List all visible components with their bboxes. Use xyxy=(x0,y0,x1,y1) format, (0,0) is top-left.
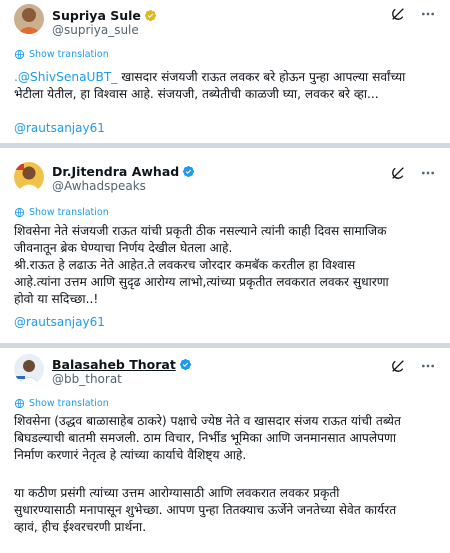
avatar[interactable] xyxy=(14,354,44,384)
show-translation-link[interactable]: Show translation xyxy=(14,207,109,218)
tweet-text-paragraph: या कठीण प्रसंगी त्यांच्या उत्तम आरोग्यास… xyxy=(14,486,397,534)
show-translation-link[interactable]: Show translation xyxy=(14,398,109,409)
tweet-jitendra-awhad[interactable]: Dr.Jitendra Awhad @Awhadspeaks Show tran… xyxy=(0,148,450,343)
tweet-text-paragraph: शिवसेना नेते संजयजी राऊत यांची प्रकृती ठ… xyxy=(14,224,389,306)
verified-badge-icon xyxy=(179,358,191,371)
globe-translate-icon xyxy=(14,398,25,409)
more-icon[interactable] xyxy=(420,6,436,22)
user-handle[interactable]: @bb_thorat xyxy=(52,372,122,386)
tweet-balasaheb-thorat[interactable]: Balasaheb Thorat @bb_thorat Show transla… xyxy=(0,348,450,553)
user-handle[interactable]: @supriya_sule xyxy=(52,23,139,37)
display-name[interactable]: Supriya Sule xyxy=(52,8,141,23)
avatar[interactable] xyxy=(14,4,44,34)
display-name[interactable]: Balasaheb Thorat xyxy=(52,357,176,372)
tweet-supriya-sule[interactable]: Supriya Sule @supriya_sule Show translat… xyxy=(0,0,450,143)
display-name[interactable]: Dr.Jitendra Awhad xyxy=(52,164,179,179)
tweet-text-paragraph: शिवसेना (उद्धव बाळासाहेब ठाकरे) पक्षाचे … xyxy=(14,414,401,462)
tweet-text: या कठीण प्रसंगी त्यांच्या उत्तम आरोग्यास… xyxy=(14,485,438,536)
grok-icon[interactable] xyxy=(390,358,406,374)
tweet-text: शिवसेना नेते संजयजी राऊत यांची प्रकृती ठ… xyxy=(14,223,438,308)
show-translation-label[interactable]: Show translation xyxy=(29,49,109,60)
show-translation-link[interactable]: Show translation xyxy=(14,49,109,60)
tweet-text-line: खासदार संजयजी राऊत लवकर बरे होऊन पुन्हा … xyxy=(117,70,406,84)
mention-link[interactable]: .@ShivSenaUBT_ xyxy=(14,70,117,84)
verified-badge-icon xyxy=(183,165,195,178)
mention-link[interactable]: @rautsanjay61 xyxy=(14,121,105,135)
tweet-text-line: भेटीला येतील, हा विश्वास आहे. संजयजी, तब… xyxy=(14,87,379,101)
show-translation-label[interactable]: Show translation xyxy=(29,398,109,409)
tweet-text: शिवसेना (उद्धव बाळासाहेब ठाकरे) पक्षाचे … xyxy=(14,413,438,464)
globe-translate-icon xyxy=(14,49,25,60)
globe-translate-icon xyxy=(14,207,25,218)
grok-icon[interactable] xyxy=(390,6,406,22)
user-handle[interactable]: @Awhadspeaks xyxy=(52,179,146,193)
mention-link[interactable]: @rautsanjay61 xyxy=(14,315,105,329)
more-icon[interactable] xyxy=(420,358,436,374)
avatar[interactable] xyxy=(14,162,44,192)
show-translation-label[interactable]: Show translation xyxy=(29,207,109,218)
verified-badge-icon xyxy=(144,9,156,22)
tweet-text: .@ShivSenaUBT_ खासदार संजयजी राऊत लवकर ब… xyxy=(14,69,438,103)
grok-icon[interactable] xyxy=(390,165,406,181)
more-icon[interactable] xyxy=(420,165,436,181)
